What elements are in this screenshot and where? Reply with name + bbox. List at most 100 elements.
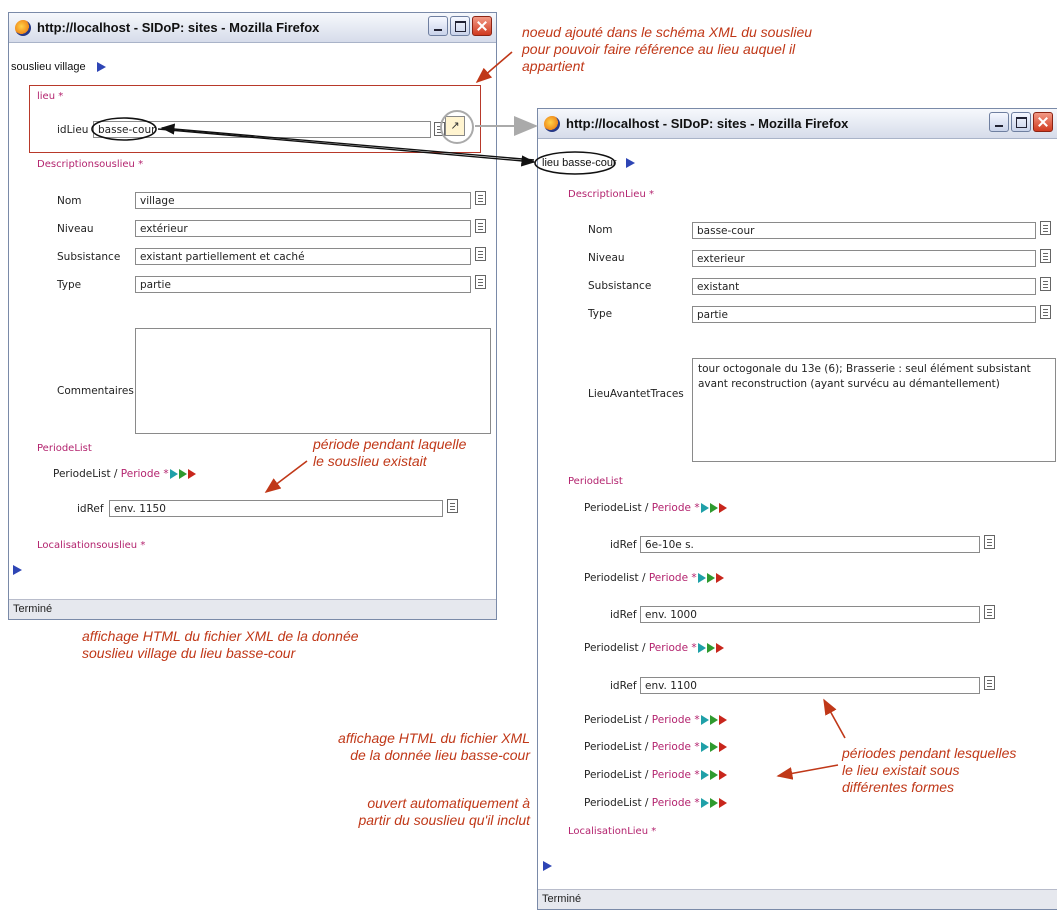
document-icon[interactable]: [1040, 277, 1051, 291]
lieu-highlight-box: [29, 85, 481, 153]
play-triangle-icon[interactable]: [543, 861, 552, 871]
field-input-type[interactable]: partie: [692, 306, 1036, 323]
document-icon[interactable]: [475, 247, 486, 261]
middle-caption-secondary: ouvert automatiquement à partir du sousl…: [358, 795, 530, 828]
field-input-niveau[interactable]: extérieur: [135, 220, 471, 237]
status-bar: Terminé: [9, 599, 496, 619]
play-triangle-icon[interactable]: [700, 770, 709, 780]
field-label-type: Type: [57, 279, 82, 291]
localisation-section-label: LocalisationLieu *: [568, 826, 657, 837]
localisation-section-label: Localisationsouslieu *: [37, 540, 146, 551]
document-icon[interactable]: [984, 676, 995, 690]
document-icon[interactable]: [475, 191, 486, 205]
periode-list-title: PeriodeList: [568, 476, 623, 487]
top-annotation: noeud ajouté dans le schéma XML du sousl…: [522, 24, 813, 74]
periode-row: PeriodeList / Periode *: [53, 468, 196, 480]
idlieu-input[interactable]: basse-cour: [93, 121, 431, 138]
remove-triangle-icon[interactable]: [718, 503, 727, 513]
close-icon[interactable]: [472, 16, 492, 36]
firefox-icon: [544, 116, 560, 132]
periode-row: Periodelist / Periode *: [584, 572, 724, 584]
field-input-type[interactable]: partie: [135, 276, 471, 293]
play-triangle-icon[interactable]: [700, 503, 709, 513]
field-label-type: Type: [588, 308, 613, 320]
lookup-highlight-circle: [440, 110, 474, 144]
play-triangle-icon[interactable]: [700, 798, 709, 808]
play-triangle-icon[interactable]: [625, 158, 635, 169]
add-triangle-icon[interactable]: [709, 770, 718, 780]
field-label-subsistance: Subsistance: [588, 280, 652, 292]
idref-input[interactable]: env. 1100: [640, 677, 980, 694]
field-input-nom[interactable]: basse-cour: [692, 222, 1036, 239]
window-title: http://localhost - SIDoP: sites - Mozill…: [37, 20, 320, 35]
idref-input[interactable]: env. 1150: [109, 500, 443, 517]
remove-triangle-icon[interactable]: [718, 770, 727, 780]
periode-row: PeriodeList / Periode *: [584, 741, 727, 753]
idref-input[interactable]: 6e-10e s.: [640, 536, 980, 553]
commentaires-textarea[interactable]: [135, 328, 491, 434]
document-icon[interactable]: [984, 605, 995, 619]
remove-triangle-icon[interactable]: [718, 742, 727, 752]
document-icon[interactable]: [1040, 249, 1051, 263]
periode-row: PeriodeList / Periode *: [584, 769, 727, 781]
periode-list-title: PeriodeList: [37, 443, 92, 454]
document-icon[interactable]: [475, 219, 486, 233]
right-annotation: périodes pendant lesquelles le lieu exis…: [842, 745, 1017, 795]
title-bar: http://localhost - SIDoP: sites - Mozill…: [9, 13, 496, 43]
play-triangle-icon[interactable]: [96, 62, 106, 73]
lieu-avant-label: LieuAvantetTraces: [588, 388, 684, 400]
lieu-avant-textarea[interactable]: tour octogonale du 13e (6); Brasserie : …: [692, 358, 1056, 462]
minimize-icon[interactable]: [989, 112, 1009, 132]
field-label-nom: Nom: [57, 195, 82, 207]
periode-annotation: période pendant laquelle le souslieu exi…: [313, 436, 467, 469]
left-caption: affichage HTML du fichier XML de la donn…: [82, 628, 359, 661]
add-triangle-icon[interactable]: [706, 643, 715, 653]
play-triangle-icon[interactable]: [169, 469, 178, 479]
play-triangle-icon[interactable]: [697, 643, 706, 653]
field-label-subsistance: Subsistance: [57, 251, 121, 263]
document-icon[interactable]: [984, 535, 995, 549]
left-browser-window: http://localhost - SIDoP: sites - Mozill…: [8, 12, 497, 620]
maximize-icon[interactable]: [1011, 112, 1031, 132]
firefox-icon: [15, 20, 31, 36]
add-triangle-icon[interactable]: [706, 573, 715, 583]
idlieu-label: idLieu: [57, 124, 89, 136]
document-icon[interactable]: [1040, 221, 1051, 235]
add-triangle-icon[interactable]: [709, 798, 718, 808]
add-triangle-icon[interactable]: [709, 503, 718, 513]
field-input-niveau[interactable]: exterieur: [692, 250, 1036, 267]
close-icon[interactable]: [1033, 112, 1053, 132]
field-input-subsistance[interactable]: existant partiellement et caché: [135, 248, 471, 265]
remove-triangle-icon[interactable]: [715, 643, 724, 653]
document-icon[interactable]: [475, 275, 486, 289]
field-input-nom[interactable]: village: [135, 192, 471, 209]
field-label-niveau: Niveau: [57, 223, 94, 235]
periode-row: PeriodeList / Periode *: [584, 797, 727, 809]
remove-triangle-icon[interactable]: [718, 715, 727, 725]
document-icon[interactable]: [447, 499, 458, 513]
maximize-icon[interactable]: [450, 16, 470, 36]
idref-input[interactable]: env. 1000: [640, 606, 980, 623]
document-icon[interactable]: [1040, 305, 1051, 319]
middle-caption: affichage HTML du fichier XML de la donn…: [338, 730, 530, 763]
breadcrumb-label: souslieu village: [11, 61, 86, 73]
remove-triangle-icon[interactable]: [718, 798, 727, 808]
add-triangle-icon[interactable]: [709, 742, 718, 752]
play-triangle-icon[interactable]: [13, 565, 22, 575]
play-triangle-icon[interactable]: [697, 573, 706, 583]
remove-triangle-icon[interactable]: [715, 573, 724, 583]
remove-triangle-icon[interactable]: [187, 469, 196, 479]
idref-label: idRef: [610, 539, 637, 551]
periode-row: PeriodeList / Periode *: [584, 714, 727, 726]
play-triangle-icon[interactable]: [700, 715, 709, 725]
add-triangle-icon[interactable]: [709, 715, 718, 725]
breadcrumb-label: lieu basse-cour: [542, 157, 617, 169]
status-bar: Terminé: [538, 889, 1057, 909]
minimize-icon[interactable]: [428, 16, 448, 36]
commentaires-label: Commentaires: [57, 385, 134, 397]
title-bar: http://localhost - SIDoP: sites - Mozill…: [538, 109, 1057, 139]
add-triangle-icon[interactable]: [178, 469, 187, 479]
breadcrumb: lieu basse-cour: [542, 157, 635, 169]
field-input-subsistance[interactable]: existant: [692, 278, 1036, 295]
play-triangle-icon[interactable]: [700, 742, 709, 752]
